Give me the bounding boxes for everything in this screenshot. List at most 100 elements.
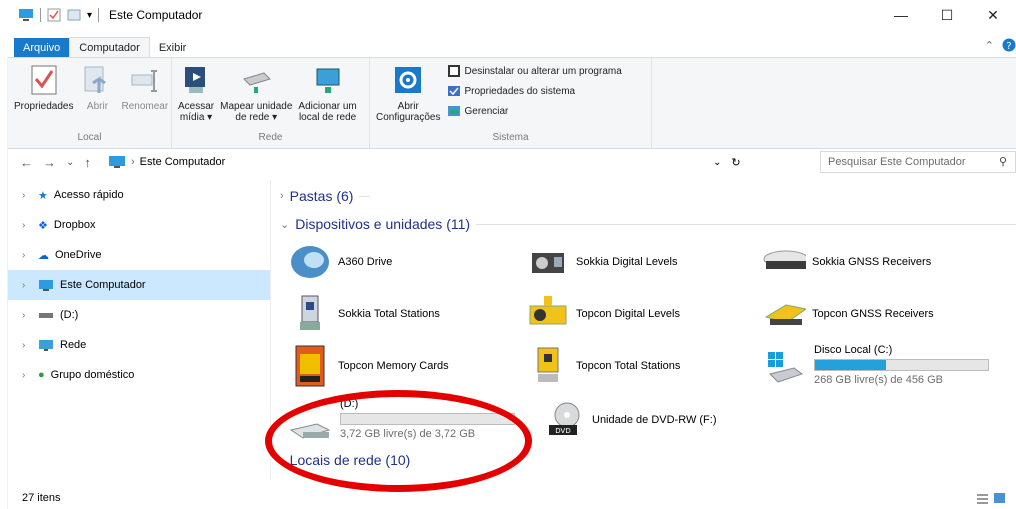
search-input[interactable]: Pesquisar Este Computador ⚲ bbox=[820, 151, 1016, 173]
computer-icon bbox=[19, 9, 33, 21]
drive-f[interactable]: DVD Unidade de DVD-RW (F:) bbox=[542, 398, 717, 442]
system-properties-button[interactable]: Propriedades do sistema bbox=[447, 81, 621, 101]
gnss-receiver-icon bbox=[764, 304, 806, 325]
media-icon bbox=[185, 67, 206, 93]
expand-chevron-icon[interactable]: › bbox=[280, 190, 284, 202]
group-local-label: Local bbox=[77, 132, 102, 143]
item-count: 27 itens bbox=[22, 492, 61, 504]
sidebar-item-dropbox[interactable]: › ❖ Dropbox bbox=[8, 210, 270, 240]
digital-level-icon bbox=[529, 296, 567, 325]
star-icon: ★ bbox=[38, 189, 48, 202]
add-network-location-button[interactable]: Adicionar um local de rede bbox=[295, 61, 359, 123]
manage-button[interactable]: Gerenciar bbox=[447, 101, 621, 121]
address-dropdown-icon[interactable]: ⌄ bbox=[713, 157, 721, 168]
annotation-circle bbox=[265, 390, 532, 492]
device-topcon-gnss-receivers[interactable]: Topcon GNSS Receivers bbox=[762, 292, 934, 336]
collapse-ribbon-icon[interactable]: ⌃ bbox=[985, 39, 994, 52]
system-small-buttons: Desinstalar ou alterar um programa Propr… bbox=[443, 61, 622, 121]
sidebar-item-network[interactable]: › Rede bbox=[8, 330, 270, 360]
rename-button[interactable]: Renomear bbox=[118, 61, 171, 112]
minimize-icon[interactable]: — bbox=[878, 0, 924, 30]
tab-arquivo[interactable]: Arquivo bbox=[14, 38, 70, 58]
sidebar-item-quick-access[interactable]: › ★ Acesso rápido bbox=[8, 180, 270, 210]
drive-icon bbox=[39, 313, 53, 318]
sidebar-item-drive-d[interactable]: › (D:) bbox=[8, 300, 270, 330]
group-rede: Acessar mídia ▾ Mapear unidade de rede ▾ A… bbox=[172, 58, 370, 148]
sidebar-item-homegroup[interactable]: › ● Grupo doméstico bbox=[8, 360, 270, 390]
refresh-icon[interactable]: ↻ bbox=[731, 156, 740, 169]
window-title: Este Computador bbox=[109, 8, 203, 22]
open-settings-button[interactable]: Abrir Configurações bbox=[373, 61, 443, 123]
divider bbox=[40, 8, 41, 22]
map-network-drive-button[interactable]: Mapear unidade de rede ▾ bbox=[217, 61, 295, 123]
computer-icon bbox=[39, 279, 53, 291]
device-sokkia-total-stations[interactable]: Sokkia Total Stations bbox=[288, 292, 440, 336]
a360-drive-icon bbox=[291, 246, 329, 278]
back-icon[interactable]: ← bbox=[20, 155, 33, 170]
quick-access-toolbar: ▾ Este Computador bbox=[0, 8, 202, 22]
network-location-icon bbox=[316, 68, 340, 93]
drive-c[interactable]: Disco Local (C:) 268 GB livre(s) de 456 … bbox=[762, 344, 989, 388]
drive-c-free: 268 GB livre(s) de 456 GB bbox=[814, 374, 944, 386]
collapse-chevron-icon[interactable]: ⌄ bbox=[280, 218, 289, 231]
search-icon[interactable]: ⚲ bbox=[999, 155, 1007, 168]
forward-icon[interactable]: → bbox=[43, 155, 56, 170]
close-icon[interactable]: ✕ bbox=[970, 0, 1016, 30]
divider bbox=[359, 195, 370, 197]
maximize-icon[interactable]: ☐ bbox=[924, 0, 970, 30]
total-station-icon bbox=[537, 347, 559, 382]
details-view-icon[interactable] bbox=[976, 492, 989, 504]
drive-c-name: Disco Local (C:) bbox=[814, 344, 893, 356]
group-rede-label: Rede bbox=[258, 132, 283, 143]
group-local: Propriedades Abrir Renomear Local bbox=[8, 58, 172, 148]
sidebar-item-this-pc[interactable]: › Este Computador bbox=[8, 270, 270, 300]
ribbon-controls: ⌃ ? bbox=[985, 38, 1016, 52]
address-actions: ⌄ ↻ bbox=[713, 151, 741, 173]
uninstall-program-button[interactable]: Desinstalar ou alterar um programa bbox=[447, 61, 622, 81]
breadcrumb-separator-icon[interactable]: › bbox=[131, 156, 135, 168]
digital-level-icon bbox=[532, 253, 564, 273]
recent-dropdown-icon[interactable]: ⌄ bbox=[66, 157, 74, 168]
system-properties-icon bbox=[448, 86, 461, 96]
address-bar[interactable]: › Este Computador bbox=[108, 151, 811, 173]
memory-card-icon bbox=[295, 345, 325, 387]
title-bar: ▾ Este Computador — ☐ ✕ bbox=[0, 0, 1016, 30]
device-a360-drive[interactable]: A360 Drive bbox=[288, 240, 392, 284]
group-header-folders[interactable]: › Pastas (6) bbox=[280, 188, 370, 204]
tab-computador[interactable]: Computador bbox=[69, 37, 150, 58]
drive-c-usage-bar bbox=[814, 359, 989, 371]
large-icons-view-icon[interactable] bbox=[993, 492, 1006, 504]
help-icon[interactable]: ? bbox=[1002, 38, 1016, 52]
gear-icon bbox=[395, 67, 422, 93]
svg-text:?: ? bbox=[1006, 41, 1011, 52]
access-media-button[interactable]: Acessar mídia ▾ bbox=[175, 61, 217, 123]
network-icon bbox=[39, 339, 53, 351]
rename-icon bbox=[131, 70, 157, 92]
qat-dropdown-icon[interactable]: ▾ bbox=[87, 10, 92, 21]
group-sistema: Abrir Configurações Desinstalar ou altera… bbox=[370, 58, 652, 148]
device-topcon-digital-levels[interactable]: Topcon Digital Levels bbox=[526, 292, 680, 336]
group-header-devices[interactable]: ⌄ Dispositivos e unidades (11) bbox=[280, 216, 1016, 232]
device-sokkia-gnss-receivers[interactable]: Sokkia GNSS Receivers bbox=[762, 240, 931, 284]
homegroup-icon: ● bbox=[38, 369, 45, 381]
up-icon[interactable]: ↑ bbox=[84, 155, 91, 170]
properties-icon bbox=[31, 65, 57, 95]
properties-icon[interactable] bbox=[47, 8, 61, 22]
tab-exibir[interactable]: Exibir bbox=[150, 38, 196, 58]
view-buttons bbox=[976, 492, 1006, 504]
dvd-drive-icon: DVD bbox=[549, 402, 580, 435]
windows-drive-icon bbox=[768, 352, 804, 383]
properties-button[interactable]: Propriedades bbox=[11, 61, 76, 112]
total-station-icon bbox=[300, 295, 320, 330]
device-sokkia-digital-levels[interactable]: Sokkia Digital Levels bbox=[526, 240, 678, 284]
group-sistema-label: Sistema bbox=[492, 132, 529, 143]
device-topcon-memory-cards[interactable]: Topcon Memory Cards bbox=[288, 344, 449, 388]
breadcrumb[interactable]: Este Computador bbox=[140, 156, 226, 168]
ribbon: Propriedades Abrir Renomear Local Acessa… bbox=[8, 57, 1016, 149]
nav-buttons: ← → ⌄ ↑ bbox=[8, 155, 91, 170]
open-button[interactable]: Abrir bbox=[76, 61, 118, 112]
address-bar-row: ← → ⌄ ↑ › Este Computador ⌄ ↻ Pesquisar … bbox=[8, 151, 1016, 173]
new-folder-icon[interactable] bbox=[67, 8, 81, 22]
sidebar-item-onedrive[interactable]: › ☁ OneDrive bbox=[8, 240, 270, 270]
device-topcon-total-stations[interactable]: Topcon Total Stations bbox=[526, 344, 680, 388]
